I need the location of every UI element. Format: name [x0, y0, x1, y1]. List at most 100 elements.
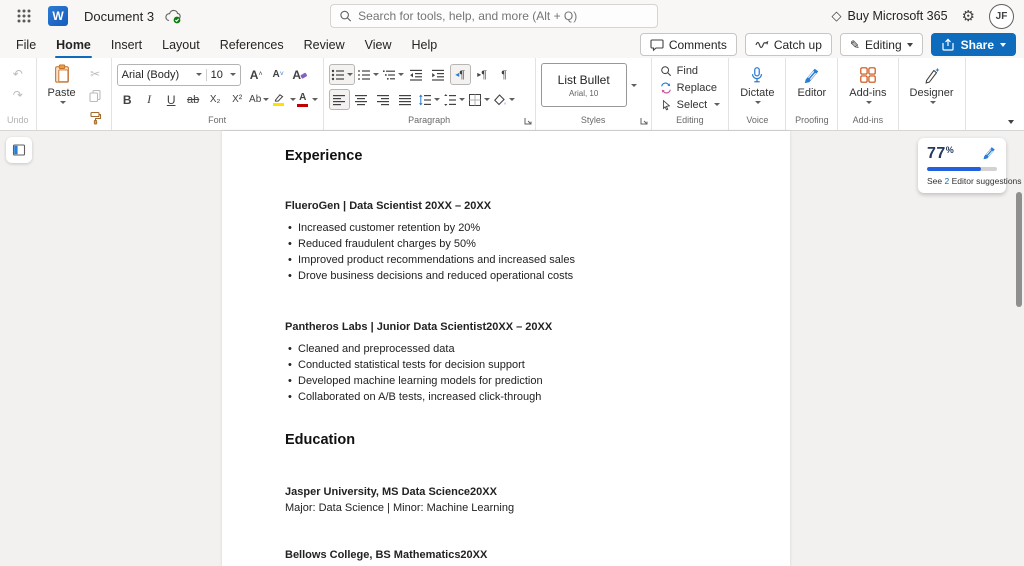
superscript-button[interactable]: X² — [227, 89, 248, 110]
select-button[interactable]: Select — [657, 96, 724, 113]
editor-pencil-icon — [804, 68, 819, 84]
show-formatting-marks-button[interactable]: ¶ — [494, 64, 515, 85]
section-heading-experience: Experience — [285, 148, 363, 164]
account-avatar[interactable]: JF — [989, 3, 1014, 29]
justify-button[interactable] — [395, 89, 416, 110]
word-logo-icon[interactable]: W — [48, 6, 68, 26]
clear-formatting-button[interactable]: A — [290, 64, 311, 85]
list-item: • Improved product recommendations and in… — [288, 254, 575, 266]
styles-group-label: Styles — [580, 115, 606, 125]
align-center-button[interactable] — [351, 89, 372, 110]
vertical-scrollbar-thumb[interactable] — [1016, 192, 1022, 307]
search-icon — [340, 10, 352, 22]
dictate-button[interactable]: Dictate — [734, 63, 780, 104]
section-heading-education: Education — [285, 432, 356, 448]
chevron-down-icon — [263, 98, 270, 101]
shading-button[interactable] — [492, 89, 516, 110]
share-button[interactable]: Share — [930, 33, 1016, 56]
highlight-color-button[interactable] — [271, 89, 296, 110]
tab-file[interactable]: File — [6, 34, 46, 56]
editor-button[interactable]: Editor — [791, 63, 832, 99]
numbered-list-button[interactable] — [356, 64, 380, 85]
strikethrough-button[interactable]: ab — [183, 89, 204, 110]
chevron-down-icon — [433, 98, 440, 101]
copy-button[interactable] — [85, 85, 106, 106]
font-size-select[interactable]: 10 — [205, 68, 240, 81]
addins-button[interactable]: Add-ins — [843, 63, 892, 104]
editing-mode-button[interactable]: ✎ Editing — [839, 33, 923, 56]
more-font-options-button[interactable]: Ab — [249, 89, 270, 110]
format-painter-button[interactable] — [85, 107, 106, 128]
redo-button[interactable]: ↷ — [5, 84, 31, 105]
designer-group: Designer — [897, 58, 965, 130]
entry-title: FlueroGen | Data Scientist 20XX – 20XX — [285, 200, 492, 212]
right-to-left-button[interactable]: ▸ ¶ — [472, 64, 493, 85]
bold-button[interactable]: B — [117, 89, 138, 110]
cut-button[interactable]: ✂ — [85, 63, 106, 84]
left-to-right-button[interactable]: ◂ ¶ — [449, 64, 471, 85]
chevron-down-icon — [1000, 42, 1006, 47]
designer-button[interactable]: Designer — [904, 63, 960, 104]
paste-button[interactable]: Paste — [42, 63, 82, 128]
font-color-button[interactable]: A — [296, 89, 319, 110]
app-launcher-icon[interactable] — [10, 2, 38, 30]
undo-button[interactable]: ↶ — [5, 63, 31, 84]
tab-view[interactable]: View — [355, 34, 402, 56]
editing-group-label: Editing — [676, 115, 704, 126]
replace-button[interactable]: Replace — [657, 80, 724, 97]
shrink-font-button[interactable]: A ˅ — [268, 64, 289, 85]
align-left-button[interactable] — [328, 89, 350, 110]
settings-gear-icon[interactable]: ⚙ — [962, 7, 975, 25]
tab-help[interactable]: Help — [402, 34, 448, 56]
styles-group: List Bullet Arial, 10 Styles — [534, 58, 651, 130]
document-page[interactable]: Experience FlueroGen | Data Scientist 20… — [222, 131, 790, 566]
subscript-button[interactable]: X₂ — [205, 89, 226, 110]
decrease-indent-icon — [410, 69, 423, 81]
paragraph-dialog-launcher-icon[interactable] — [524, 117, 532, 125]
styles-dialog-launcher-icon[interactable] — [640, 117, 648, 125]
tab-review[interactable]: Review — [294, 34, 355, 56]
highlighter-icon — [274, 94, 284, 102]
style-gallery-current[interactable]: List Bullet Arial, 10 — [540, 63, 627, 107]
search-bar[interactable] — [330, 4, 658, 28]
grow-font-button[interactable]: A ˄ — [246, 64, 267, 85]
borders-button[interactable] — [467, 89, 491, 110]
tab-layout[interactable]: Layout — [152, 34, 210, 56]
pencil-icon: ✎ — [849, 37, 860, 52]
search-input[interactable] — [358, 9, 649, 23]
align-right-icon — [377, 94, 390, 105]
styles-chevron-down-icon[interactable] — [630, 83, 637, 87]
tab-references[interactable]: References — [210, 34, 294, 56]
ribbon-spacer — [964, 58, 1024, 130]
entry-title: Pantheros Labs | Junior Data Scientist20… — [285, 321, 553, 333]
catch-up-button[interactable]: Catch up — [744, 33, 832, 56]
bullet-list-button[interactable] — [328, 64, 355, 85]
italic-button[interactable]: I — [139, 89, 160, 110]
line-spacing-button[interactable] — [417, 89, 441, 110]
decrease-indent-button[interactable] — [406, 64, 427, 85]
tab-insert[interactable]: Insert — [101, 34, 152, 56]
chevron-down-icon — [372, 73, 379, 76]
catch-up-wave-icon — [755, 40, 769, 48]
line-spacing-icon — [418, 94, 431, 105]
multilevel-list-button[interactable] — [381, 64, 405, 85]
comments-button[interactable]: Comments — [639, 33, 737, 56]
collapse-ribbon-chevron-icon[interactable] — [1008, 120, 1014, 124]
editor-score-card[interactable]: 77% See 2 Editor suggestions — [918, 138, 1022, 193]
editor-progress-track — [927, 167, 997, 171]
find-button[interactable]: Find — [657, 63, 724, 80]
tab-home[interactable]: Home — [46, 34, 101, 58]
document-title[interactable]: Document 3 — [84, 9, 154, 24]
align-right-button[interactable] — [373, 89, 394, 110]
menu-bar: File Home Insert Layout References Revie… — [0, 32, 1024, 58]
navigation-pane-toggle[interactable] — [6, 137, 32, 163]
increase-indent-button[interactable] — [428, 64, 449, 85]
list-item: • Cleaned and preprocessed data — [288, 343, 455, 355]
underline-button[interactable]: U — [161, 89, 182, 110]
editor-suggestions-link[interactable]: See 2 Editor suggestions — [927, 176, 1022, 186]
font-family-select[interactable]: Arial (Body) — [118, 69, 206, 81]
paragraph-spacing-button[interactable] — [442, 89, 466, 110]
chevron-down-icon — [195, 73, 202, 76]
list-item: • Conducted statistical tests for decisio… — [288, 359, 525, 371]
buy-microsoft-365-button[interactable]: ◇ Buy Microsoft 365 — [832, 8, 948, 24]
